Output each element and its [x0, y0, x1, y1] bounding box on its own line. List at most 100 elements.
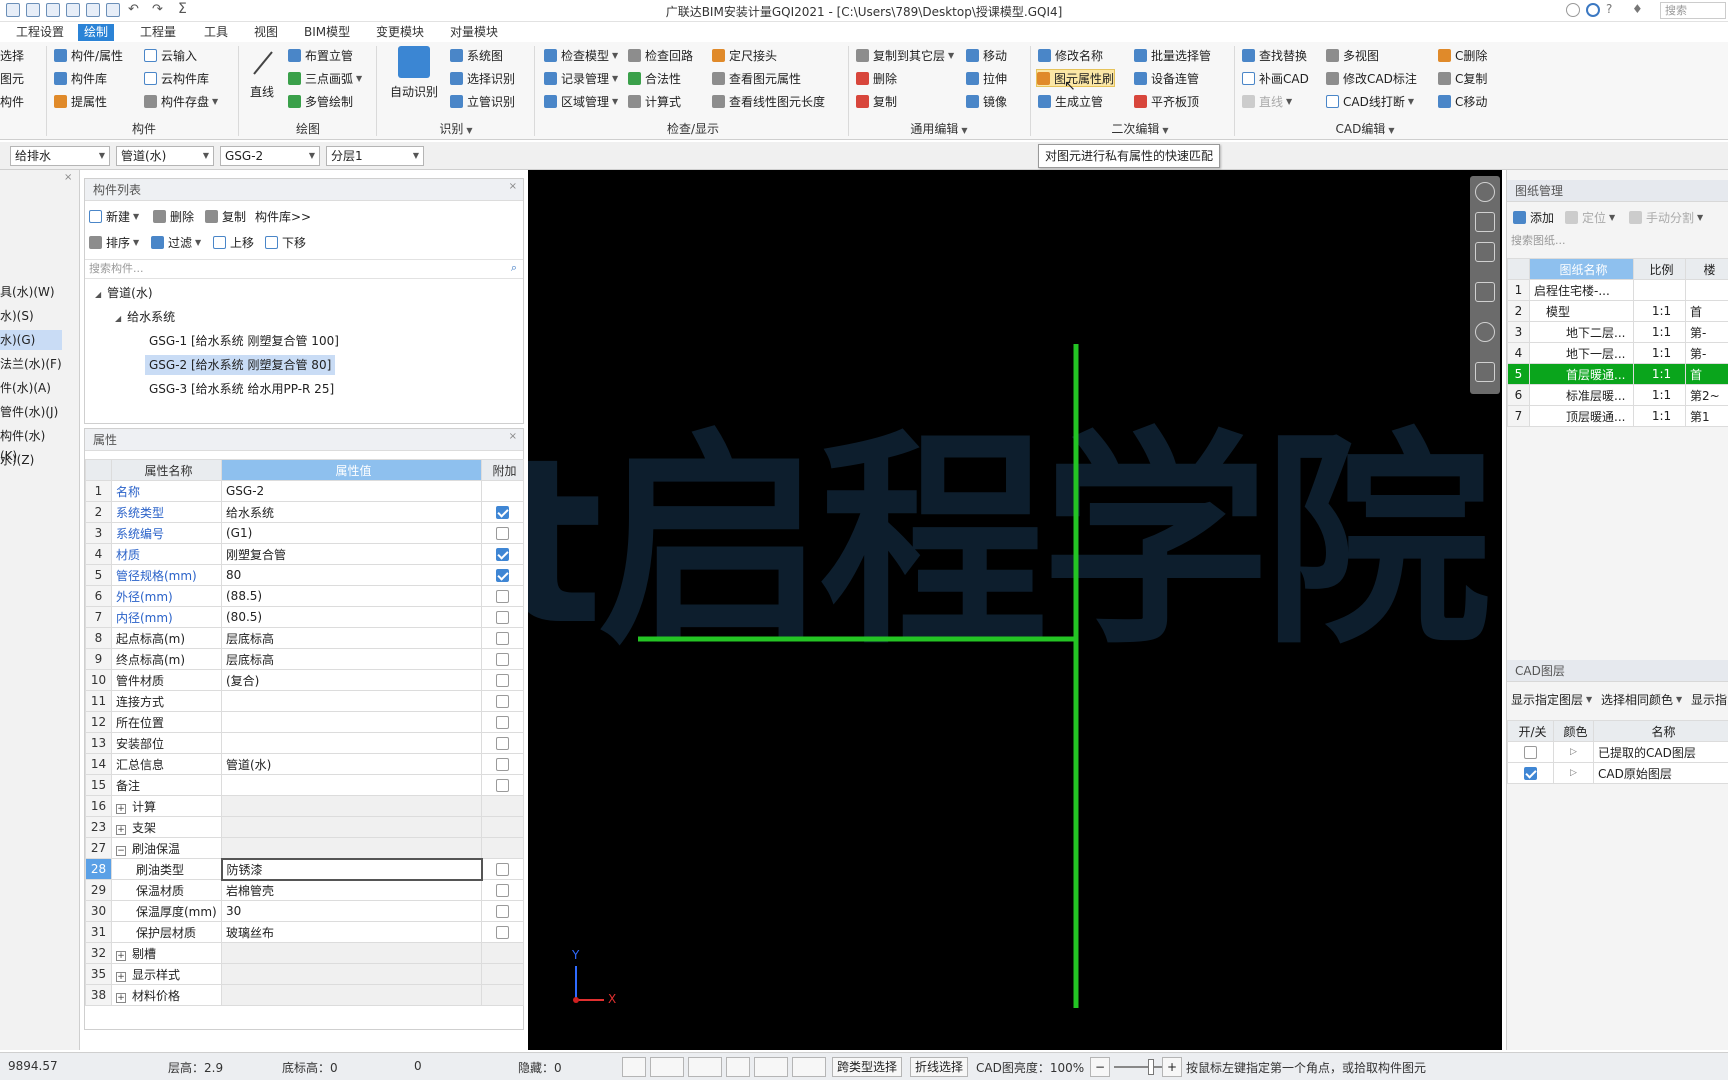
- extra-checkbox[interactable]: [496, 590, 509, 603]
- ortho-toggle[interactable]: [622, 1057, 646, 1077]
- layer-color-icon[interactable]: ▷: [1553, 762, 1594, 784]
- drawing-row[interactable]: 6 标准层暖... 1:1 第2~: [1507, 384, 1728, 406]
- stretch-button[interactable]: 拉伸: [966, 69, 1007, 87]
- property-row[interactable]: 10 管件材质 (复合): [85, 669, 524, 691]
- extra-checkbox[interactable]: [496, 695, 509, 708]
- extra-checkbox[interactable]: [496, 716, 509, 729]
- layer-color-icon[interactable]: ▷: [1553, 741, 1594, 763]
- place-riser-button[interactable]: 布置立管: [288, 46, 353, 64]
- extra-checkbox[interactable]: [496, 506, 509, 519]
- drawing-row[interactable]: 5 首层暖通... 1:1 首: [1507, 363, 1728, 385]
- auto-recognize-button[interactable]: 自动识别: [390, 82, 438, 100]
- generate-riser-button[interactable]: 生成立管: [1038, 92, 1103, 110]
- batch-select-pipe-button[interactable]: 批量选择管: [1134, 46, 1211, 64]
- property-row[interactable]: 12 所在位置: [85, 711, 524, 733]
- delete-component-button[interactable]: 删除: [153, 207, 194, 225]
- chevron-down-icon[interactable]: ▼: [466, 126, 472, 135]
- select-button[interactable]: 选择: [0, 46, 24, 64]
- extra-checkbox[interactable]: [496, 653, 509, 666]
- c-copy-button[interactable]: C复制: [1438, 69, 1487, 87]
- check-loop-button[interactable]: 检查回路: [628, 46, 693, 64]
- property-value[interactable]: [221, 690, 482, 712]
- property-value[interactable]: 层底标高: [221, 627, 482, 649]
- copy-component-button[interactable]: 复制: [205, 207, 246, 225]
- expand-icon[interactable]: +: [116, 824, 126, 835]
- component-property-button[interactable]: 构件/属性: [54, 46, 123, 64]
- check-model-button[interactable]: 检查模型 ▼: [544, 46, 618, 64]
- property-row[interactable]: 16 + 计算: [85, 795, 524, 817]
- expand-icon[interactable]: +: [116, 971, 126, 982]
- extra-checkbox[interactable]: [496, 884, 509, 897]
- drawing-row[interactable]: 1 启程住宅楼-...: [1507, 279, 1728, 301]
- show-layer-button[interactable]: 显示指: [1691, 690, 1727, 708]
- property-row[interactable]: 15 备注: [85, 774, 524, 796]
- expand-icon[interactable]: +: [116, 950, 126, 961]
- property-row[interactable]: 3 系统编号 (G1): [85, 522, 524, 544]
- property-value[interactable]: GSG-2: [221, 480, 482, 502]
- move-up-button[interactable]: 上移: [213, 233, 254, 251]
- drawing-row[interactable]: 3 地下二层... 1:1 第-: [1507, 321, 1728, 343]
- drawing-search-input[interactable]: 搜索图纸...: [1507, 232, 1728, 252]
- nav-item-fixture[interactable]: 具(水)(W): [0, 282, 62, 302]
- component-select[interactable]: GSG-2 ▼: [220, 146, 320, 166]
- cad-line-button[interactable]: 直线 ▼: [1242, 92, 1292, 110]
- property-row[interactable]: 28 刷油类型 防锈漆: [85, 857, 524, 881]
- property-row[interactable]: 1 名称 GSG-2: [85, 480, 524, 502]
- cloud-input-button[interactable]: 云输入: [144, 46, 197, 64]
- cube-view-icon[interactable]: [1475, 282, 1495, 302]
- skin-icon[interactable]: ♦: [1632, 2, 1643, 16]
- property-row[interactable]: 8 起点标高(m) 层底标高: [85, 627, 524, 649]
- c-move-button[interactable]: C移动: [1438, 92, 1487, 110]
- profession-select[interactable]: 给排水 ▼: [10, 146, 110, 166]
- extra-checkbox[interactable]: [496, 632, 509, 645]
- layer-toggle-checkbox[interactable]: [1524, 746, 1537, 759]
- 3d-view-icon[interactable]: [1475, 212, 1495, 232]
- manual-split-button[interactable]: 手动分割 ▼: [1629, 208, 1703, 226]
- drawing-canvas[interactable]: rt启程学院 Y X: [528, 170, 1502, 1050]
- property-value[interactable]: [221, 711, 482, 733]
- menu-quantity[interactable]: 工程量: [134, 24, 182, 41]
- help-icon[interactable]: ?: [1606, 2, 1612, 16]
- refresh-icon[interactable]: [1586, 3, 1600, 17]
- element-button[interactable]: 图元: [0, 69, 24, 87]
- extra-checkbox[interactable]: [496, 674, 509, 687]
- component-save-button[interactable]: 构件存盘 ▼: [144, 92, 218, 110]
- search-icon[interactable]: ⌕: [511, 261, 517, 275]
- view-linear-length-button[interactable]: 查看线性图元长度: [712, 92, 825, 110]
- property-value[interactable]: 玻璃丝布: [221, 921, 482, 943]
- snap-toggle[interactable]: [650, 1057, 684, 1077]
- property-row[interactable]: 13 安装部位: [85, 732, 524, 754]
- property-row[interactable]: 27− 刷油保温: [85, 837, 524, 859]
- property-value[interactable]: [221, 942, 482, 964]
- extra-checkbox[interactable]: [496, 548, 509, 561]
- select-same-color-button[interactable]: 选择相同颜色 ▼: [1601, 690, 1682, 708]
- nav-item-fitting[interactable]: 管件(水)(J): [0, 402, 62, 422]
- chevron-down-icon[interactable]: ▼: [1162, 126, 1168, 135]
- property-row[interactable]: 2 系统类型 给水系统: [85, 501, 524, 523]
- close-icon[interactable]: ×: [509, 431, 517, 442]
- angle-toggle[interactable]: [754, 1057, 788, 1077]
- extra-checkbox[interactable]: [496, 758, 509, 771]
- component-library-button[interactable]: 构件库: [54, 69, 107, 87]
- cross-type-select-button[interactable]: 跨类型选择: [832, 1057, 903, 1077]
- property-value[interactable]: [221, 837, 482, 859]
- brightness-slider-track[interactable]: [1114, 1066, 1162, 1068]
- tree-group[interactable]: ◢ 给水系统: [115, 307, 175, 327]
- property-value[interactable]: 防锈漆: [220, 857, 483, 881]
- property-value[interactable]: [221, 984, 482, 1006]
- pipe-drawing[interactable]: [528, 170, 1502, 1050]
- drawing-row[interactable]: 7 顶层暖通... 1:1 第1: [1507, 405, 1728, 427]
- extract-property-button[interactable]: 提属性: [54, 92, 107, 110]
- nav-item-component[interactable]: 构件(水)(K): [0, 426, 62, 463]
- nav-item-accessory[interactable]: 件(水)(A): [0, 378, 62, 398]
- component-library-link[interactable]: 构件库>>: [255, 207, 311, 225]
- property-row[interactable]: 32 + 剔槽: [85, 942, 524, 964]
- supplement-cad-button[interactable]: 补画CAD: [1242, 69, 1309, 87]
- layer-toggle-checkbox[interactable]: [1524, 767, 1537, 780]
- move-button[interactable]: 移动: [966, 46, 1007, 64]
- property-row[interactable]: 38 + 材料价格: [85, 984, 524, 1006]
- three-point-arc-button[interactable]: 三点画弧 ▼: [288, 69, 362, 87]
- flush-slab-top-button[interactable]: 平齐板顶: [1134, 92, 1199, 110]
- nav-item-other[interactable]: 水)(Z): [0, 450, 62, 470]
- multi-pipe-draw-button[interactable]: 多管绘制: [288, 92, 353, 110]
